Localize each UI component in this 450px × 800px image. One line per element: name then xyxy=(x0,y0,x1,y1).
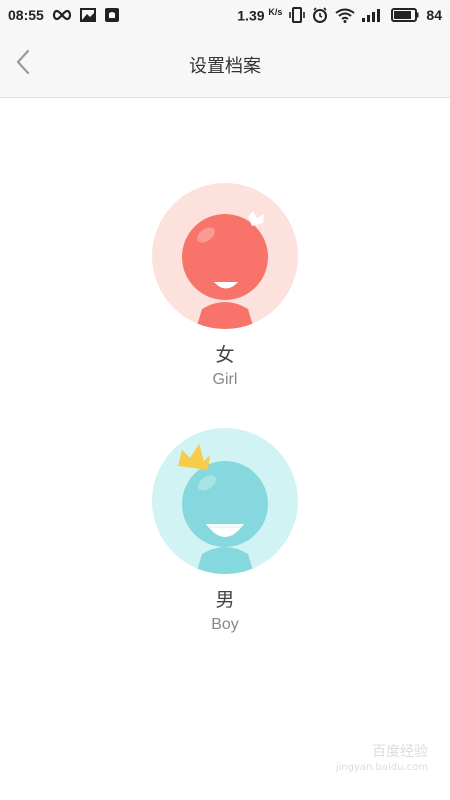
boy-label-cn: 男 xyxy=(215,589,235,611)
watermark-url: jingyan.baidu.com xyxy=(335,762,428,773)
status-time: 08:55 xyxy=(8,7,44,23)
wifi-icon xyxy=(335,8,356,23)
page-title: 设置档案 xyxy=(189,56,261,77)
battery-level: 84 xyxy=(426,7,442,23)
app-header: 设置档案 xyxy=(0,30,450,98)
network-speed: 1.39 xyxy=(237,7,265,24)
notification-icon xyxy=(104,7,120,23)
vibrate-icon xyxy=(289,7,306,23)
girl-label-en: Girl xyxy=(212,371,238,388)
girl-label-cn: 女 xyxy=(215,344,235,366)
battery-icon xyxy=(391,8,419,22)
girl-avatar-icon xyxy=(152,183,298,329)
girl-avatar-button[interactable] xyxy=(152,183,298,329)
watermark: 百度经验 jingyan.baidu.com xyxy=(336,744,428,776)
status-bar: 08:55 1.39 K/s 84 xyxy=(0,0,450,30)
boy-label-en: Boy xyxy=(211,616,239,633)
boy-avatar-button[interactable] xyxy=(152,428,298,574)
infinity-icon xyxy=(52,9,72,21)
network-speed-unit: K/s xyxy=(268,6,283,17)
signal-icon xyxy=(362,8,384,22)
boy-avatar-icon xyxy=(152,428,298,574)
alarm-icon xyxy=(312,7,328,23)
image-notification-icon xyxy=(79,8,96,22)
watermark-brand: 百度经验 xyxy=(372,744,428,760)
